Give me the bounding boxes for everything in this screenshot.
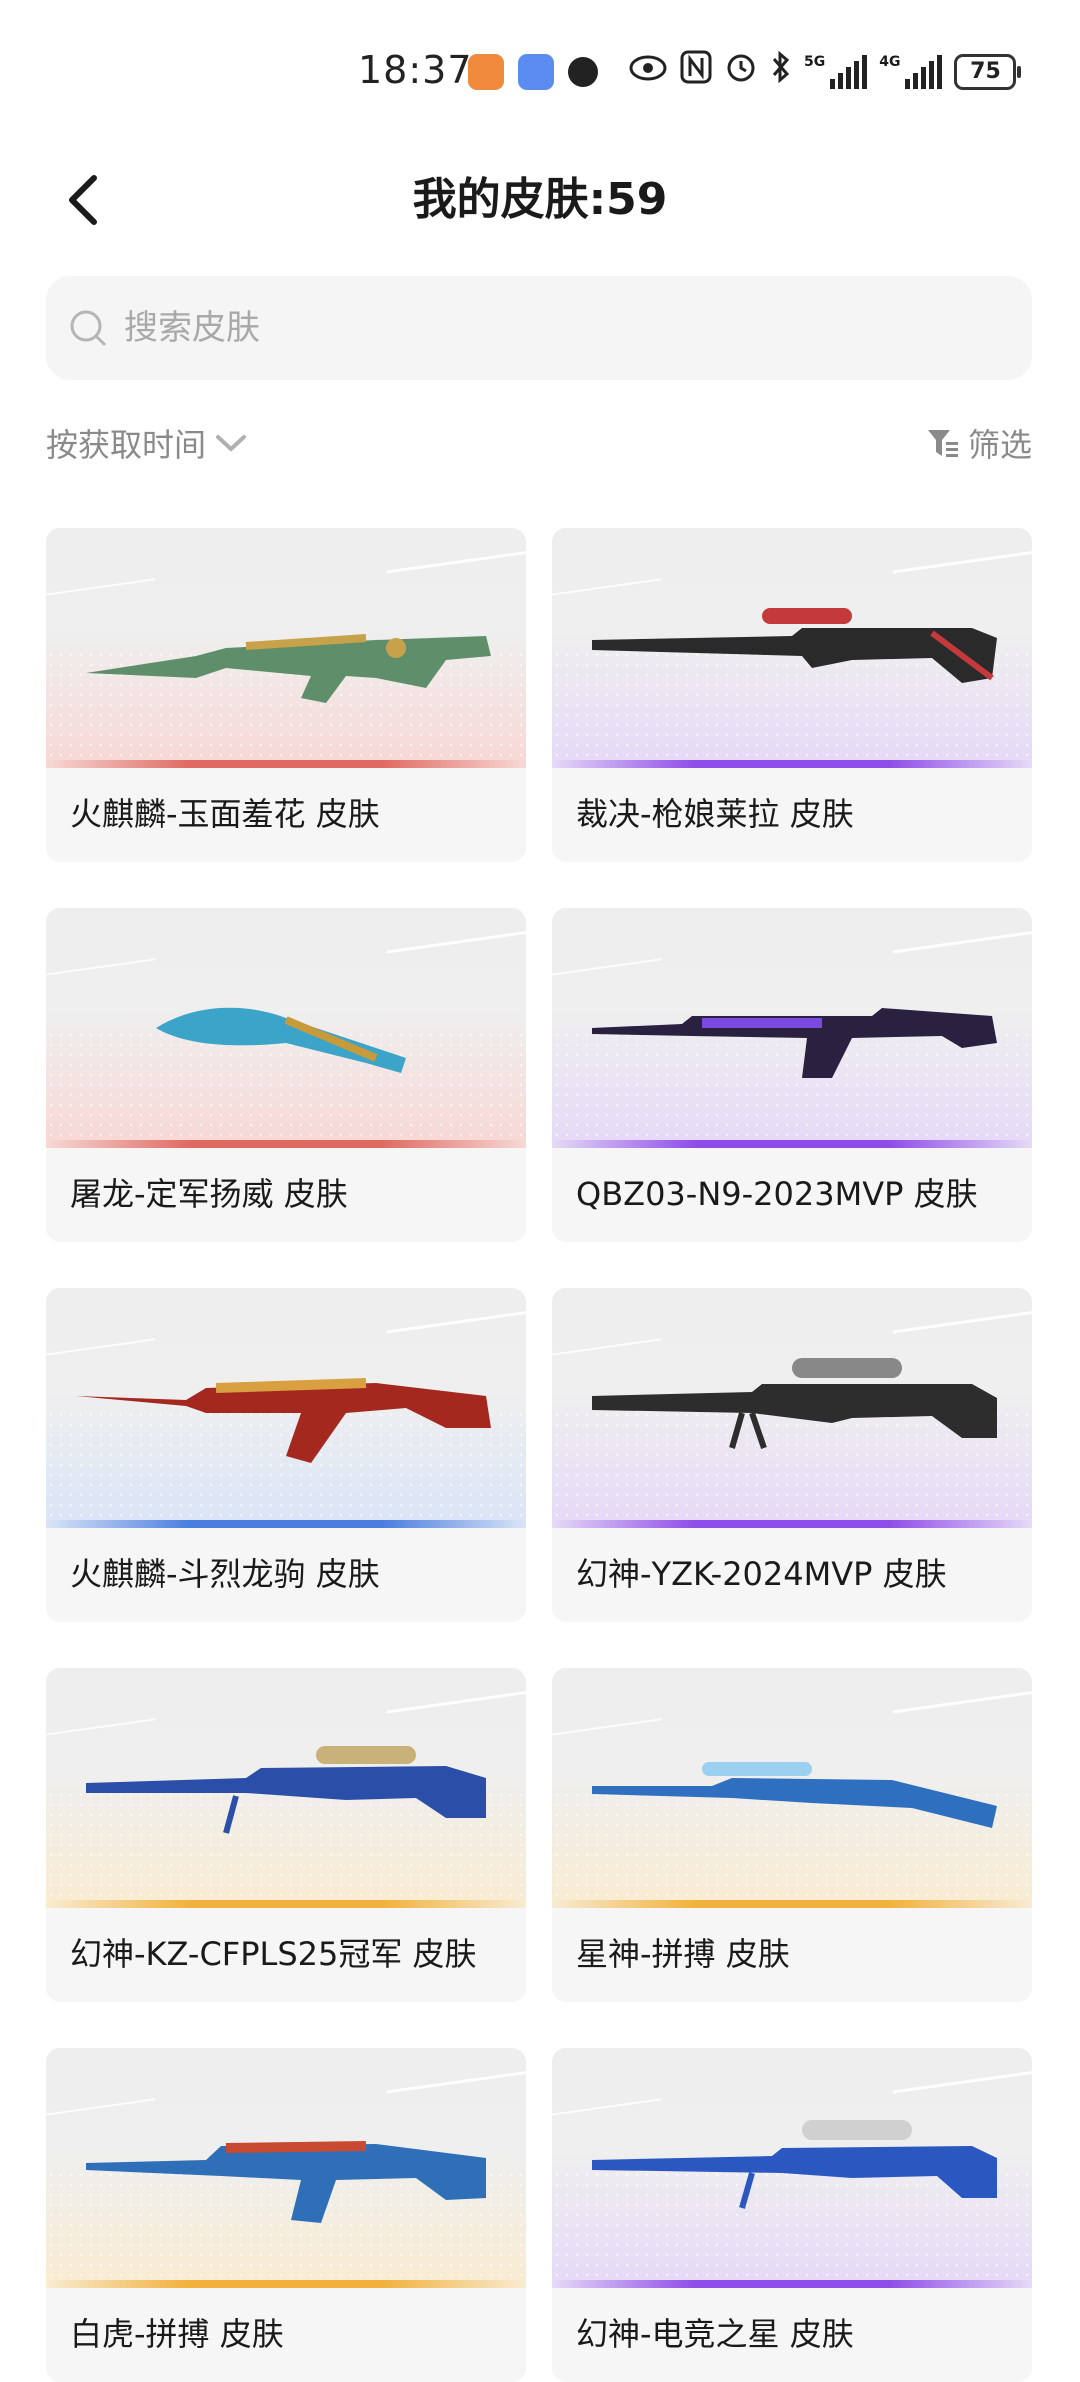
skin-name: 幻神-电竞之星 皮肤	[576, 2315, 854, 2353]
skin-name: 裁决-枪娘莱拉 皮肤	[576, 795, 854, 833]
rarity-bar	[552, 1520, 1032, 1528]
sort-label: 按获取时间	[46, 426, 207, 464]
rarity-bar	[552, 760, 1032, 768]
rarity-bar	[552, 1140, 1032, 1148]
skin-card[interactable]: QBZ03-N9-2023MVP 皮肤	[552, 908, 1032, 1242]
filter-label: 筛选	[967, 426, 1032, 464]
alarm-icon	[724, 50, 758, 93]
filter-button[interactable]: 筛选	[926, 420, 1032, 466]
skin-card[interactable]: 火麒麟-玉面羞花 皮肤	[46, 528, 526, 862]
skin-card[interactable]: 幻神-KZ-CFPLS25冠军 皮肤	[46, 1668, 526, 2002]
signal-4g-icon: 4G	[879, 54, 943, 89]
skin-image	[552, 908, 1032, 1140]
rarity-bar	[552, 2280, 1032, 2288]
skin-image	[46, 1668, 526, 1900]
skin-card[interactable]: 星神-拼搏 皮肤	[552, 1668, 1032, 2002]
skin-image	[552, 2048, 1032, 2280]
rarity-bar	[46, 1140, 526, 1148]
status-bar: 18:37 5G 4G 75	[0, 0, 1080, 120]
weapon-image	[592, 608, 997, 683]
skin-grid: 火麒麟-玉面羞花 皮肤 裁决-枪娘莱拉 皮肤屠龙-定军扬威 皮肤 QBZ03-N9-…	[46, 528, 1032, 2382]
search-input[interactable]	[122, 307, 1006, 349]
bluetooth-icon	[770, 50, 792, 93]
skin-card[interactable]: 幻神-电竞之星 皮肤	[552, 2048, 1032, 2382]
skin-name: 幻神-YZK-2024MVP 皮肤	[576, 1555, 947, 1593]
weapon-image	[592, 1762, 997, 1828]
skin-image	[46, 908, 526, 1140]
weapon-image	[592, 2120, 997, 2209]
battery-level: 75	[970, 59, 1001, 84]
skin-name: 屠龙-定军扬威 皮肤	[70, 1175, 348, 1213]
skin-name: QBZ03-N9-2023MVP 皮肤	[576, 1175, 978, 1213]
skin-card[interactable]: 白虎-拼搏 皮肤	[46, 2048, 526, 2382]
skin-card[interactable]: 幻神-YZK-2024MVP 皮肤	[552, 1288, 1032, 1622]
chevron-down-icon	[216, 435, 247, 451]
weapon-image	[592, 1358, 997, 1449]
nfc-icon	[680, 50, 712, 93]
search-bar[interactable]	[46, 276, 1032, 380]
weapon-image	[76, 1378, 491, 1463]
app-notification-icon	[468, 54, 504, 90]
skin-name: 星神-拼搏 皮肤	[576, 1935, 790, 1973]
search-icon	[70, 310, 106, 346]
skin-name: 火麒麟-斗烈龙驹 皮肤	[70, 1555, 380, 1593]
weapon-image	[86, 634, 491, 703]
eye-icon	[628, 52, 668, 92]
skin-image	[552, 1668, 1032, 1900]
skin-card[interactable]: 裁决-枪娘莱拉 皮肤	[552, 528, 1032, 862]
sort-filter-bar: 按获取时间 筛选	[46, 420, 1032, 480]
weapon-image	[86, 2141, 486, 2223]
weapon-image	[592, 1008, 997, 1078]
signal-5g-icon: 5G	[804, 54, 868, 89]
skin-image	[552, 528, 1032, 760]
skin-image	[46, 1288, 526, 1520]
page-title: 我的皮肤:59	[412, 174, 668, 225]
skin-card[interactable]: 火麒麟-斗烈龙驹 皮肤	[46, 1288, 526, 1622]
skin-name: 幻神-KZ-CFPLS25冠军 皮肤	[70, 1935, 477, 1973]
rarity-bar	[46, 1900, 526, 1908]
rarity-bar	[552, 1900, 1032, 1908]
weapon-image	[156, 1007, 406, 1073]
notification-icons	[468, 54, 598, 90]
skin-name: 白虎-拼搏 皮肤	[70, 2315, 284, 2353]
skin-card[interactable]: 屠龙-定军扬威 皮肤	[46, 908, 526, 1242]
owl-notification-icon	[568, 57, 598, 87]
message-notification-icon	[518, 54, 554, 90]
battery-icon: 75	[954, 53, 1022, 90]
weapon-image	[86, 1746, 486, 1834]
skin-image	[552, 1288, 1032, 1520]
skin-image	[46, 2048, 526, 2280]
rarity-bar	[46, 2280, 526, 2288]
filter-icon	[927, 430, 958, 457]
rarity-bar	[46, 1520, 526, 1528]
header: 我的皮肤:59	[0, 150, 1080, 250]
skin-image	[46, 528, 526, 760]
system-icons: 5G 4G 75	[628, 50, 1022, 93]
rarity-bar	[46, 760, 526, 768]
sort-dropdown[interactable]: 按获取时间	[46, 420, 248, 466]
status-time: 18:37	[358, 48, 473, 92]
skin-name: 火麒麟-玉面羞花 皮肤	[70, 795, 380, 833]
